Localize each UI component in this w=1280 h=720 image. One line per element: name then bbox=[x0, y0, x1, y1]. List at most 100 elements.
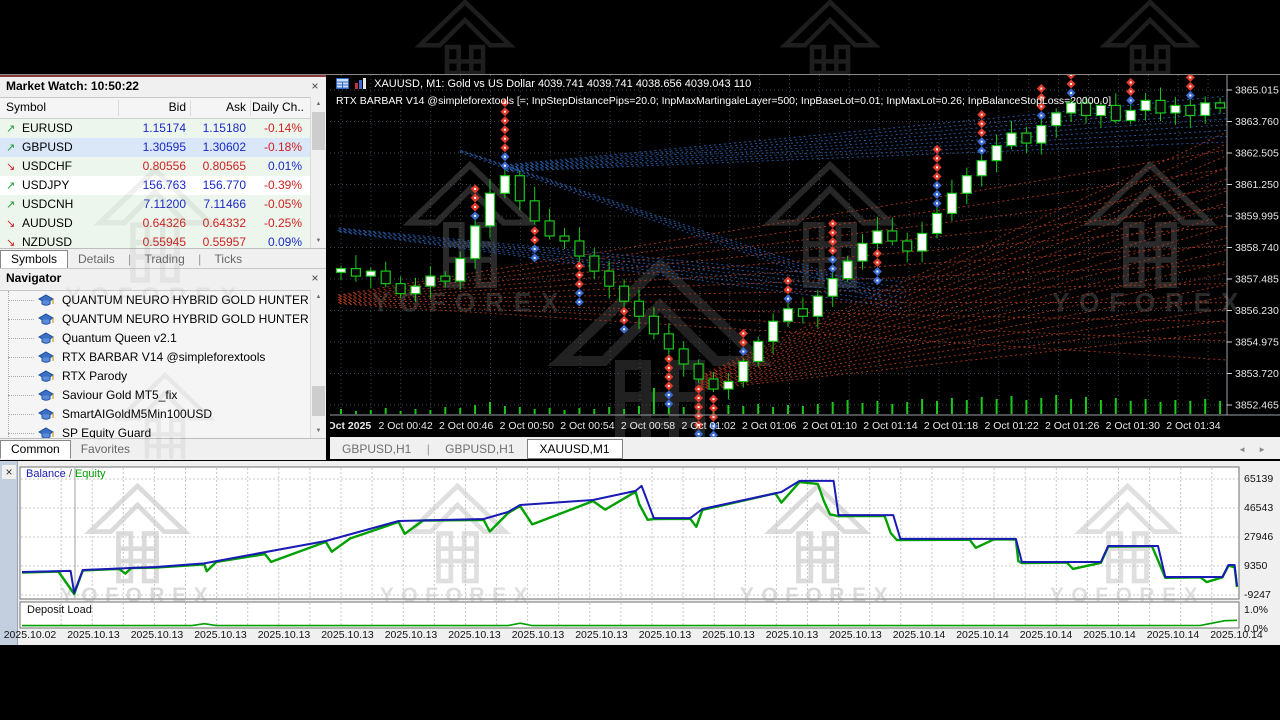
tab-nav-common[interactable]: Common bbox=[0, 440, 71, 459]
candle-bull bbox=[843, 261, 852, 279]
marker-dot bbox=[474, 197, 476, 199]
market-watch-column-header[interactable]: Ask bbox=[192, 98, 246, 117]
scrollbar-track[interactable]: ▲▼ bbox=[310, 97, 326, 248]
navigator-item[interactable]: Saviour Gold MT5_fix bbox=[0, 386, 326, 405]
tester-date-label: 2025.10.13 bbox=[512, 629, 565, 641]
close-icon[interactable]: × bbox=[308, 270, 322, 286]
volume-bar bbox=[757, 404, 759, 414]
candle-bear bbox=[515, 176, 524, 201]
tester-date-label: 2025.10.14 bbox=[1147, 629, 1200, 641]
marker-dot bbox=[832, 232, 834, 234]
market-watch-row[interactable]: ↗USDCNH7.112007.11466-0.05% bbox=[0, 195, 326, 214]
candle-bull bbox=[471, 226, 480, 259]
tab-nav-favorites[interactable]: Favorites bbox=[71, 441, 140, 458]
scroll-up-icon[interactable]: ▲ bbox=[311, 290, 326, 304]
navigator-item[interactable]: Quantum Queen v2.1 bbox=[0, 329, 326, 348]
volume-bar bbox=[832, 402, 834, 414]
navigator-item[interactable]: QUANTUM NEURO HYBRID GOLD HUNTER bbox=[0, 310, 326, 329]
tester-chart-canvas[interactable]: YOFOREXYOFOREXYOFOREXYOFOREX bbox=[0, 461, 1280, 645]
volume-bar bbox=[444, 407, 446, 414]
volume-bar bbox=[683, 407, 685, 414]
volume-bar bbox=[623, 409, 625, 414]
marker-dot bbox=[832, 268, 834, 270]
market-watch-column-header[interactable]: Bid bbox=[120, 98, 186, 117]
table-icon[interactable] bbox=[336, 78, 349, 92]
candle-bear bbox=[1186, 105, 1195, 115]
candle-bear bbox=[903, 241, 912, 251]
chart-tab-gbpusd-h1[interactable]: GBPUSD,H1 bbox=[330, 440, 423, 458]
chart-tab-xauusd-m1[interactable]: XAUUSD,M1 bbox=[527, 439, 623, 459]
candle-bear bbox=[605, 271, 614, 286]
volume-bar bbox=[638, 406, 640, 414]
tab-mw-trading[interactable]: Trading bbox=[135, 251, 195, 268]
chart-title-text: XAUUSD, M1: Gold vs US Dollar 4039.741 4… bbox=[374, 78, 751, 90]
market-watch-column-header[interactable]: Symbol bbox=[6, 98, 116, 117]
volume-bar bbox=[1025, 400, 1027, 414]
chart-window[interactable]: YOFOREXYOFOREXYOFOREX3865.0153863.760386… bbox=[330, 75, 1280, 437]
tester-date-label: 2025.10.13 bbox=[448, 629, 501, 641]
market-watch-titlebar[interactable]: Market Watch: 10:50:22 × bbox=[0, 75, 326, 98]
market-watch-row[interactable]: ↗GBPUSD1.305951.30602-0.18% bbox=[0, 138, 326, 157]
volume-bar bbox=[1174, 400, 1176, 414]
chart-tab-gbpusd-h1[interactable]: GBPUSD,H1 bbox=[433, 440, 526, 458]
candle-bull bbox=[486, 193, 495, 226]
market-watch-row[interactable]: ↗USDJPY156.763156.770-0.39% bbox=[0, 176, 326, 195]
marker-dot bbox=[668, 376, 670, 378]
marker-dot bbox=[981, 141, 983, 143]
tree-branch-line bbox=[8, 414, 34, 415]
marker-dot bbox=[504, 147, 506, 149]
martingale-fan-line bbox=[702, 332, 1227, 390]
candle-bull bbox=[962, 176, 971, 194]
main-chart-canvas[interactable]: YOFOREXYOFOREXYOFOREX3865.0153863.760386… bbox=[330, 75, 1280, 437]
ask-cell: 1.15180 bbox=[192, 119, 246, 138]
scroll-up-icon[interactable]: ▲ bbox=[311, 97, 326, 111]
market-watch-row[interactable]: ↗EURUSD1.151741.15180-0.14% bbox=[0, 119, 326, 138]
volume-bar bbox=[564, 410, 566, 414]
marker-dot bbox=[981, 123, 983, 125]
scroll-down-icon[interactable]: ▼ bbox=[311, 424, 326, 438]
marker-dot bbox=[668, 403, 670, 405]
scrollbar-track[interactable]: ▲▼ bbox=[310, 290, 326, 438]
market-watch-header[interactable]: SymbolBid Ask Daily Ch... bbox=[0, 98, 326, 119]
market-watch-row[interactable]: ↘AUDUSD0.643260.64332-0.25% bbox=[0, 214, 326, 233]
tab-mw-ticks[interactable]: Ticks bbox=[205, 251, 253, 268]
price-tick-label: 3862.505 bbox=[1235, 148, 1279, 160]
chart-type-icon[interactable] bbox=[355, 78, 368, 92]
navigator-titlebar[interactable]: Navigator × bbox=[0, 268, 326, 291]
ask-cell: 1.30602 bbox=[192, 138, 246, 157]
scrollbar-thumb[interactable] bbox=[312, 386, 325, 416]
volume-bar bbox=[1011, 396, 1013, 414]
tester-date-label: 2025.10.13 bbox=[829, 629, 882, 641]
navigator-item[interactable]: SmartAIGoldM5Min100USD bbox=[0, 405, 326, 424]
marker-dot bbox=[742, 341, 744, 343]
marker-dot bbox=[1070, 75, 1072, 76]
tabs-left-icon[interactable]: ◄ bbox=[1232, 445, 1252, 454]
trend-up-icon: ↗ bbox=[6, 176, 18, 195]
marker-dot bbox=[1189, 76, 1191, 78]
close-icon[interactable]: × bbox=[308, 78, 322, 94]
navigator-item[interactable]: RTX Parody bbox=[0, 367, 326, 386]
market-watch-column-header[interactable]: Daily Ch... bbox=[252, 98, 304, 117]
tab-mw-symbols[interactable]: Symbols bbox=[0, 250, 68, 269]
scroll-down-icon[interactable]: ▼ bbox=[311, 234, 326, 248]
bid-cell: 1.15174 bbox=[120, 119, 186, 138]
market-watch-row[interactable]: ↘USDCHF0.805560.805650.01% bbox=[0, 157, 326, 176]
bid-cell: 1.30595 bbox=[120, 138, 186, 157]
navigator-item[interactable]: QUANTUM NEURO HYBRID GOLD HUNTER EA V2. bbox=[0, 291, 326, 310]
candle-bear bbox=[545, 221, 554, 236]
market-watch-tabbar: SymbolsDetails | Trading | Ticks bbox=[0, 248, 326, 268]
candle-bear bbox=[709, 379, 718, 389]
volume-bar bbox=[996, 399, 998, 414]
volume-bar bbox=[1145, 399, 1147, 414]
candle-bull bbox=[337, 269, 346, 273]
tab-mw-details[interactable]: Details bbox=[68, 251, 125, 268]
yoforex-watermark bbox=[1105, 2, 1195, 74]
navigator-item[interactable]: RTX BARBAR V14 @simpleforextools bbox=[0, 348, 326, 367]
marker-dot bbox=[936, 157, 938, 159]
price-tick-label: 3859.995 bbox=[1235, 211, 1279, 223]
marker-dot bbox=[876, 279, 878, 281]
scrollbar-thumb[interactable] bbox=[312, 112, 325, 150]
tabs-right-icon[interactable]: ► bbox=[1252, 445, 1272, 454]
marker-dot bbox=[1070, 92, 1072, 94]
navigator-item-label: Quantum Queen v2.1 bbox=[62, 331, 177, 345]
